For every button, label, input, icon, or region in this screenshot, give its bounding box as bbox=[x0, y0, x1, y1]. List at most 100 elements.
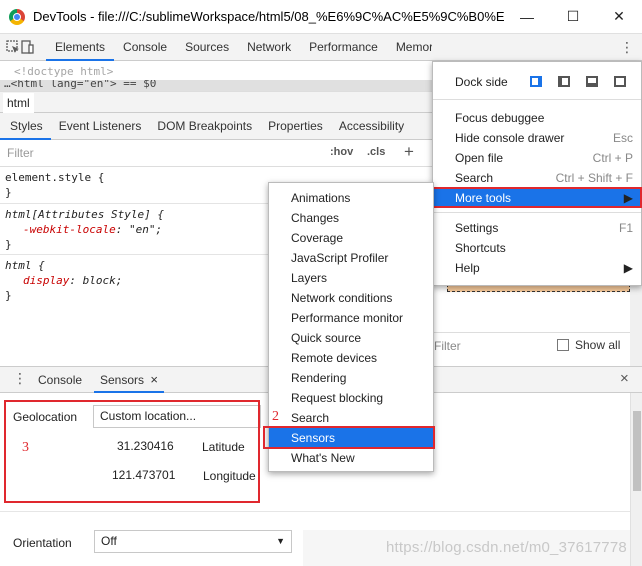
orientation-label: Orientation bbox=[13, 536, 72, 550]
drawer-tab-sensors[interactable]: Sensors × bbox=[94, 367, 164, 393]
tab-network[interactable]: Network bbox=[238, 34, 300, 61]
close-tab-icon[interactable]: × bbox=[150, 372, 158, 387]
close-drawer-icon[interactable]: × bbox=[620, 370, 629, 387]
toolbar-right-area: ⋮ bbox=[432, 34, 642, 61]
device-toolbar-icon[interactable] bbox=[20, 35, 34, 59]
dock-bottom-icon[interactable] bbox=[586, 76, 598, 87]
annotation-box-3 bbox=[4, 400, 260, 503]
submenu-item-animations[interactable]: Animations bbox=[269, 188, 433, 208]
annotation-box-1 bbox=[432, 187, 642, 208]
dock-right-icon[interactable] bbox=[530, 76, 542, 87]
tab-elements[interactable]: Elements bbox=[46, 34, 115, 61]
submenu-item-rendering[interactable]: Rendering bbox=[269, 368, 433, 388]
minimize-icon[interactable]: — bbox=[504, 0, 550, 34]
menu-item-label: Hide console drawer bbox=[455, 131, 565, 145]
submenu-item-label: Layers bbox=[291, 271, 328, 285]
submenu-item-label: Animations bbox=[291, 191, 351, 205]
menu-item-focus-debuggee[interactable]: Focus debuggee bbox=[433, 108, 641, 128]
title-bar: DevTools - file:///C:/sublimeWorkspace/h… bbox=[0, 0, 642, 34]
menu-item-hide-console-drawer[interactable]: Hide console drawer Esc bbox=[433, 128, 641, 148]
menu-item-label: Help bbox=[455, 261, 480, 275]
tab-event-listeners[interactable]: Event Listeners bbox=[51, 113, 150, 140]
submenu-item-remote-devices[interactable]: Remote devices bbox=[269, 348, 433, 368]
submenu-item-changes[interactable]: Changes bbox=[269, 208, 433, 228]
styles-filter-bar: Filter :hov .cls + bbox=[0, 140, 432, 167]
sensors-divider bbox=[0, 511, 630, 512]
menu-item-label: Open file bbox=[455, 151, 504, 165]
submenu-item-request-blocking[interactable]: Request blocking bbox=[269, 388, 433, 408]
tab-properties[interactable]: Properties bbox=[260, 113, 331, 140]
breadcrumb: html bbox=[0, 91, 432, 113]
menu-item-help[interactable]: Help ▶ bbox=[433, 258, 641, 278]
property-name: -webkit-locale bbox=[23, 223, 116, 236]
submenu-arrow-icon: ▶ bbox=[623, 261, 633, 275]
close-window-icon[interactable]: ✕ bbox=[596, 0, 642, 34]
submenu-item-label: Coverage bbox=[291, 231, 344, 245]
submenu-item-label: Performance monitor bbox=[291, 311, 404, 325]
submenu-item-performance-monitor[interactable]: Performance monitor bbox=[269, 308, 433, 328]
submenu-item-label: Changes bbox=[291, 211, 340, 225]
submenu-item-label: Quick source bbox=[291, 331, 362, 345]
submenu-item-search[interactable]: Search bbox=[269, 408, 433, 428]
submenu-item-label: Remote devices bbox=[291, 351, 378, 365]
submenu-item-javascript-profiler[interactable]: JavaScript Profiler bbox=[269, 248, 433, 268]
breadcrumb-html[interactable]: html bbox=[3, 93, 34, 113]
submenu-item-quick-source[interactable]: Quick source bbox=[269, 328, 433, 348]
menu-item-shortcut: Ctrl + P bbox=[592, 151, 633, 165]
property-value: "en"; bbox=[128, 223, 163, 236]
main-toolbar: Elements Console Sources Network Perform… bbox=[0, 34, 460, 61]
orientation-value: Off bbox=[101, 534, 117, 548]
kebab-menu-icon[interactable]: ⋮ bbox=[620, 39, 634, 56]
menu-item-label: Focus debuggee bbox=[455, 111, 545, 125]
menu-item-shortcut: F1 bbox=[618, 221, 633, 235]
inspect-element-icon[interactable] bbox=[6, 35, 20, 59]
submenu-item-coverage[interactable]: Coverage bbox=[269, 228, 433, 248]
styles-subtabs: Styles Event Listeners DOM Breakpoints P… bbox=[0, 113, 432, 140]
tab-console[interactable]: Console bbox=[114, 34, 176, 61]
hov-toggle[interactable]: :hov bbox=[330, 146, 353, 158]
menu-item-shortcuts[interactable]: Shortcuts bbox=[433, 238, 641, 258]
drawer-scrollbar[interactable] bbox=[630, 393, 642, 566]
submenu-item-whats-new[interactable]: What's New bbox=[269, 448, 433, 468]
orientation-select[interactable]: Off ▼ bbox=[94, 530, 292, 553]
window-title: DevTools - file:///C:/sublimeWorkspace/h… bbox=[33, 9, 504, 24]
menu-item-shortcut: Ctrl + Shift + F bbox=[555, 171, 633, 185]
drawer-menu-icon[interactable]: ⋮ bbox=[13, 370, 27, 387]
submenu-item-label: Rendering bbox=[291, 371, 347, 385]
menu-item-settings[interactable]: Settings F1 bbox=[433, 218, 641, 238]
submenu-item-label: Search bbox=[291, 411, 330, 425]
property-value: block; bbox=[82, 274, 123, 287]
show-all-label: Show all bbox=[575, 338, 621, 352]
styles-filter-input[interactable]: Filter bbox=[7, 146, 34, 160]
menu-item-open-file[interactable]: Open file Ctrl + P bbox=[433, 148, 641, 168]
submenu-item-label: JavaScript Profiler bbox=[291, 251, 389, 265]
scrollbar-thumb[interactable] bbox=[633, 411, 641, 491]
submenu-item-label: Network conditions bbox=[291, 291, 393, 305]
computed-filter-input[interactable]: Filter bbox=[434, 339, 461, 353]
maximize-icon[interactable]: ☐ bbox=[550, 0, 596, 34]
menu-item-label: Settings bbox=[455, 221, 499, 235]
tab-styles[interactable]: Styles bbox=[0, 113, 51, 140]
menu-item-shortcut: Esc bbox=[612, 131, 633, 145]
menu-item-search[interactable]: Search Ctrl + Shift + F bbox=[433, 168, 641, 188]
tab-performance[interactable]: Performance bbox=[300, 34, 387, 61]
submenu-item-label: What's New bbox=[291, 451, 355, 465]
html-node[interactable]: …<html lang="en"> == $0 bbox=[0, 80, 432, 91]
drawer-tab-sensors-label: Sensors bbox=[100, 373, 145, 387]
dock-left-icon[interactable] bbox=[558, 76, 570, 87]
new-rule-icon[interactable]: + bbox=[404, 142, 414, 162]
tab-dom-breakpoints[interactable]: DOM Breakpoints bbox=[149, 113, 260, 140]
undock-icon[interactable] bbox=[614, 76, 626, 87]
menu-item-label: Shortcuts bbox=[455, 241, 506, 255]
submenu-item-network-conditions[interactable]: Network conditions bbox=[269, 288, 433, 308]
tab-sources[interactable]: Sources bbox=[176, 34, 238, 61]
submenu-item-label: Request blocking bbox=[291, 391, 384, 405]
submenu-item-layers[interactable]: Layers bbox=[269, 268, 433, 288]
annotation-box-2 bbox=[263, 426, 435, 449]
doctype-node[interactable]: <!doctype html> bbox=[14, 65, 113, 78]
cls-toggle[interactable]: .cls bbox=[367, 146, 385, 158]
show-all-checkbox[interactable] bbox=[557, 339, 569, 351]
menu-divider bbox=[433, 99, 641, 100]
drawer-tab-console[interactable]: Console bbox=[38, 367, 82, 393]
tab-accessibility[interactable]: Accessibility bbox=[331, 113, 412, 140]
